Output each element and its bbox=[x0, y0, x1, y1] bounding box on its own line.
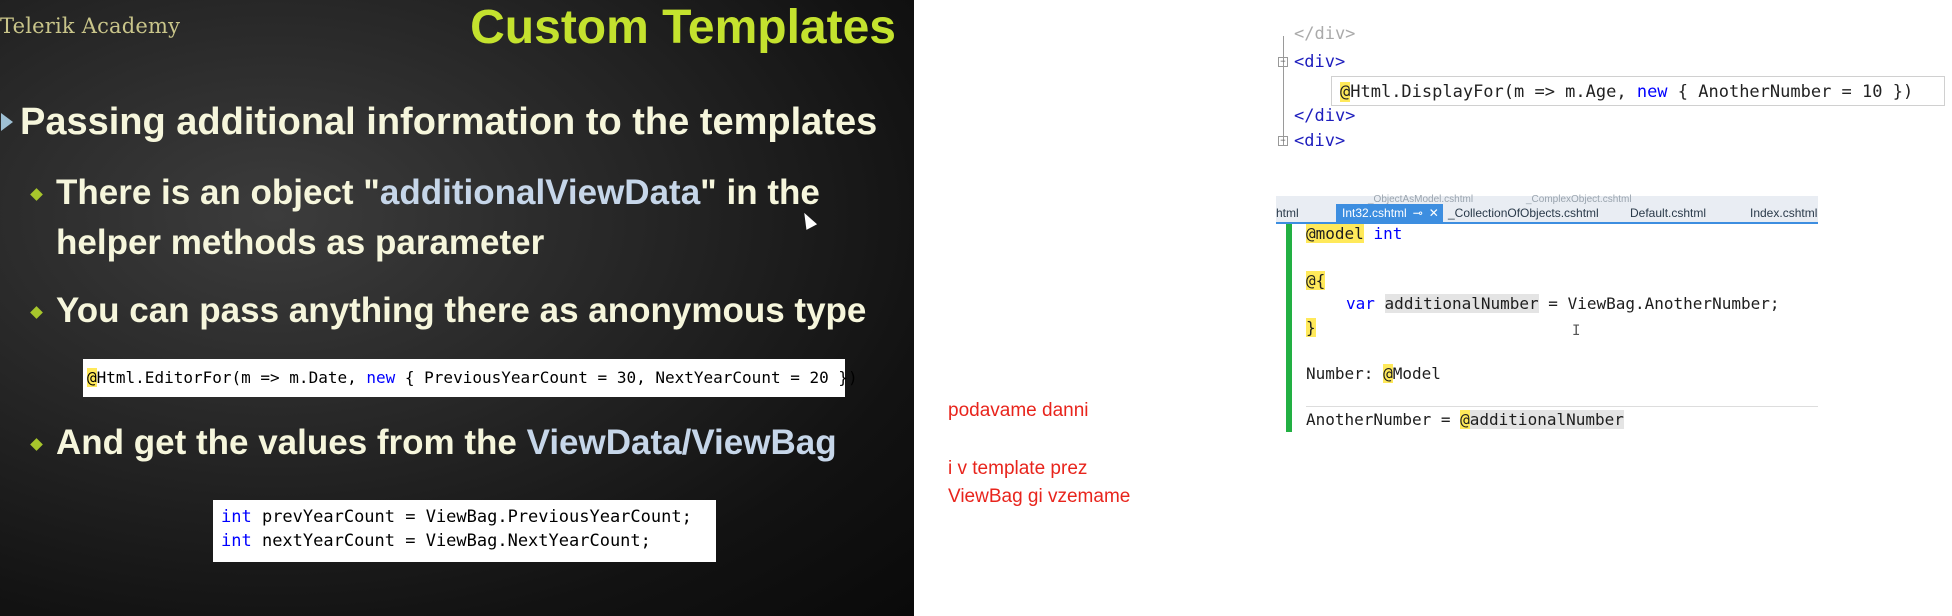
code-line: </div> bbox=[1294, 106, 1356, 126]
change-indicator-bar bbox=[1286, 224, 1292, 432]
tab-default[interactable]: Default.cshtml bbox=[1630, 204, 1706, 222]
razor-directive: @model bbox=[1306, 224, 1364, 243]
code-line[interactable]: } bbox=[1306, 318, 1316, 337]
code-editor: _ObjectAsModel.cshtml _ComplexObject.csh… bbox=[1276, 194, 1818, 448]
sub-bullet-highlight: ViewData/ViewBag bbox=[526, 423, 837, 462]
code-example-viewbag: int prevYearCount = ViewBag.PreviousYear… bbox=[213, 500, 716, 562]
sub-bullet-text-pre: There is an object " bbox=[56, 173, 380, 212]
code-line[interactable]: var additionalNumber = ViewBag.AnotherNu… bbox=[1346, 294, 1780, 313]
code-line: </div> bbox=[1294, 24, 1356, 44]
code-text: Number: bbox=[1306, 364, 1384, 383]
tab-label: Int32.cshtml bbox=[1342, 206, 1407, 220]
presentation-slide: Telerik Academy Custom Templates Passing… bbox=[0, 0, 914, 616]
collapse-icon[interactable]: − bbox=[1278, 136, 1288, 146]
bullet-arrow-icon bbox=[1, 113, 13, 131]
code-line: <div> bbox=[1294, 52, 1346, 72]
code-line[interactable]: Number: @Model bbox=[1306, 364, 1441, 383]
sub-bullet-highlight: additionalViewData bbox=[379, 173, 701, 212]
text-cursor-icon: I bbox=[1572, 323, 1581, 339]
razor-at-symbol: @ bbox=[1340, 82, 1351, 102]
sub-bullet-anonymous-type: You can pass anything there as anonymous… bbox=[30, 286, 867, 336]
code-text: { AnotherNumber = 10 }) bbox=[1667, 82, 1914, 102]
pin-icon[interactable]: ⊸ bbox=[1413, 206, 1423, 220]
code-line-current[interactable]: @Html.DisplayFor(m => m.Age, new { Anoth… bbox=[1331, 76, 1945, 106]
code-line[interactable]: @model int bbox=[1306, 224, 1402, 243]
razor-block-close: } bbox=[1306, 318, 1316, 337]
code-text: = ViewBag.AnotherNumber; bbox=[1538, 294, 1780, 313]
code-text: nextYearCount = ViewBag.NextYearCount; bbox=[251, 531, 651, 551]
bullet-main-text: Passing additional information to the te… bbox=[20, 101, 878, 143]
code-keyword: int bbox=[1373, 224, 1403, 243]
sub-bullet-additional-view-data: There is an object "additionalViewData" … bbox=[30, 168, 876, 268]
tab-index[interactable]: Index.cshtml bbox=[1750, 204, 1817, 222]
razor-at-symbol: @ bbox=[1460, 410, 1470, 429]
code-line: <div> bbox=[1294, 131, 1346, 151]
code-text: AnotherNumber = bbox=[1306, 410, 1461, 429]
note-line-2: i v template prez bbox=[948, 458, 1088, 479]
bullet-diamond-icon bbox=[30, 188, 43, 201]
code-example-editorfor: @Html.EditorFor(m => m.Date, new { Previ… bbox=[83, 359, 858, 397]
code-text: Model bbox=[1392, 364, 1441, 383]
bullet-diamond-icon bbox=[30, 306, 43, 319]
bullet-main: Passing additional information to the te… bbox=[1, 101, 878, 144]
code-keyword: new bbox=[1636, 82, 1668, 102]
sub-bullet-viewbag: And get the values from the ViewData/Vie… bbox=[30, 418, 837, 468]
code-keyword: var bbox=[1346, 294, 1375, 313]
close-icon[interactable]: ✕ bbox=[1429, 206, 1439, 220]
line-separator bbox=[1306, 406, 1818, 407]
outline-gutter bbox=[1283, 36, 1284, 146]
code-text: Html.EditorFor(m => m.Date, bbox=[96, 368, 367, 387]
code-line[interactable]: @{ bbox=[1306, 271, 1326, 290]
tab-int32[interactable]: Int32.cshtml ⊸ ✕ bbox=[1336, 204, 1443, 222]
slide-logo: Telerik Academy bbox=[0, 14, 181, 38]
razor-at-symbol: @ bbox=[87, 368, 97, 387]
variable-highlight: additionalNumber bbox=[1384, 294, 1539, 313]
editor-tab-strip: _ObjectAsModel.cshtml _ComplexObject.csh… bbox=[1276, 194, 1818, 224]
code-line[interactable]: AnotherNumber = @additionalNumber bbox=[1306, 410, 1624, 429]
bullet-diamond-icon bbox=[30, 438, 43, 451]
code-text: { PreviousYearCount = 30, NextYearCount … bbox=[395, 368, 858, 387]
tab-collection-of-objects[interactable]: _CollectionOfObjects.cshtml bbox=[1448, 204, 1599, 222]
razor-at-symbol: @ bbox=[1383, 364, 1393, 383]
sub-bullet-text-pre: And get the values from the bbox=[56, 423, 527, 462]
note-line-1: podavame danni bbox=[948, 400, 1089, 421]
code-text: Html.DisplayFor(m => m.Age, bbox=[1350, 82, 1637, 102]
sub-bullet-text: You can pass anything there as anonymous… bbox=[56, 291, 867, 330]
note-line-3: ViewBag gi vzemame bbox=[948, 486, 1131, 507]
code-text: prevYearCount = ViewBag.PreviousYearCoun… bbox=[251, 507, 692, 527]
code-keyword: int bbox=[221, 531, 252, 551]
razor-block-open: @{ bbox=[1306, 271, 1326, 290]
code-line: int prevYearCount = ViewBag.PreviousYear… bbox=[221, 505, 716, 529]
code-keyword: int bbox=[221, 507, 252, 527]
variable-highlight: additionalNumber bbox=[1469, 410, 1624, 429]
code-keyword: new bbox=[366, 368, 396, 387]
code-line: int nextYearCount = ViewBag.NextYearCoun… bbox=[221, 529, 716, 553]
code-snippet-displayfor: </div> − <div> @Html.DisplayFor(m => m.A… bbox=[1276, 24, 1946, 152]
slide-title: Custom Templates bbox=[470, 1, 896, 54]
collapse-icon[interactable]: − bbox=[1278, 57, 1288, 67]
tab-previous[interactable]: html bbox=[1276, 204, 1299, 222]
